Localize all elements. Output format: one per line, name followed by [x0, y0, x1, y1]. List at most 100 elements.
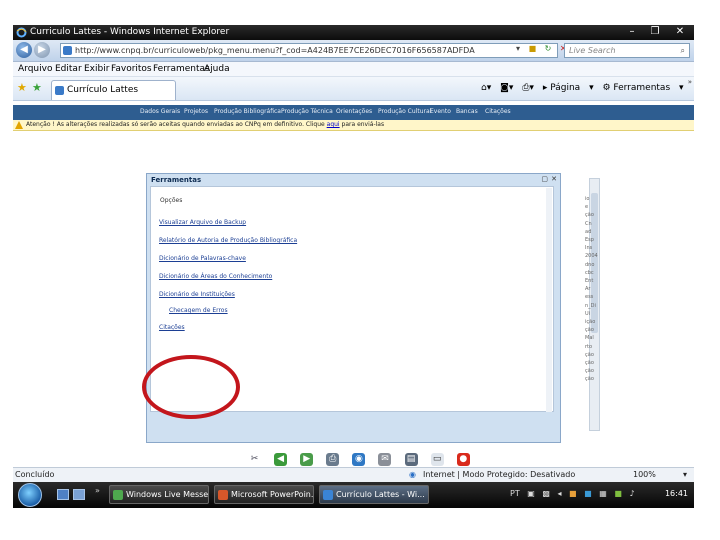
menu-arquivo[interactable]: Arquivo	[18, 64, 52, 74]
chevron-more-icon[interactable]: »	[688, 78, 692, 86]
page-menu[interactable]: ▸ Página ▾	[543, 83, 594, 93]
system-tray: PT ▣ ▩ ◂ ■ ■ ▦ ■ ♪	[510, 489, 640, 498]
nav-producao-bibliografica[interactable]: Produção Bibliográfica	[214, 108, 281, 115]
lattes-nav-bar: Dados Gerais Projetos Produção Bibliográ…	[13, 105, 694, 120]
print-icon[interactable]: ⎙▾	[522, 83, 534, 93]
nav-producao-cultural[interactable]: Produção Cultural	[378, 108, 431, 115]
taskbar-item-messenger[interactable]: Windows Live Messe...	[109, 485, 209, 504]
minimize-button[interactable]: –	[624, 26, 640, 38]
globe-icon[interactable]: ◉	[352, 453, 366, 466]
nav-evento[interactable]: Evento	[430, 108, 451, 115]
taskbar-item-ie[interactable]: Currículo Lattes - Wi...	[319, 485, 429, 504]
option-relatorio-autoria[interactable]: Relatório de Autoria de Produção Bibliog…	[159, 237, 297, 244]
forward-icon[interactable]: ▶	[300, 453, 314, 466]
quicklaunch-more-icon[interactable]: »	[95, 486, 100, 495]
close-button[interactable]: ✕	[672, 26, 688, 38]
taskbar-item-powerpoint[interactable]: Microsoft PowerPoin...	[214, 485, 314, 504]
options-heading: Opções	[160, 197, 183, 204]
nav-producao-tecnica[interactable]: Produção Técnica	[281, 108, 333, 115]
tab-label: Currículo Lattes	[67, 85, 139, 95]
feeds-icon[interactable]: ◙▾	[500, 83, 513, 93]
search-icon[interactable]: ⌕	[681, 44, 685, 57]
address-row: ◀ ▶ http://www.cnpq.br/curriculoweb/pkg_…	[13, 40, 694, 62]
tray-app3-icon[interactable]: ▦	[599, 489, 607, 498]
zoom-dropdown-icon[interactable]: ▾	[683, 470, 687, 479]
back-button[interactable]: ◀	[16, 42, 32, 58]
search-placeholder: Live Search	[569, 46, 616, 55]
background-fragment: n_Di	[585, 302, 596, 309]
restore-button[interactable]: ❐	[647, 26, 663, 38]
option-dicionario-palavras[interactable]: Dicionário de Palavras-chave	[159, 255, 246, 262]
tab-row: ★ ★ Currículo Lattes ⌂▾ ◙▾ ⎙▾ ▸ Página ▾…	[13, 77, 694, 101]
background-fragment: Ui	[585, 310, 591, 317]
keyboard-icon[interactable]: ▣	[527, 489, 535, 498]
background-fragment: e	[585, 204, 589, 211]
background-fragment: ção	[585, 212, 594, 219]
page-icon[interactable]: ▭	[430, 453, 444, 466]
zoom-level[interactable]: 100%	[633, 470, 656, 479]
dialog-title: Ferramentas	[151, 176, 202, 184]
option-dicionario-instituicoes[interactable]: Dicionário de Instituições	[159, 291, 235, 298]
nav-citacoes[interactable]: Citações	[485, 108, 511, 115]
nav-projetos[interactable]: Projetos	[184, 108, 208, 115]
internet-explorer-icon	[16, 27, 27, 38]
mail-icon[interactable]: ✉	[378, 453, 392, 466]
background-text-column: io e ção Cn ad Esp Ins 2004 dno cbc Ent Ar ess n_Di Ui…	[585, 195, 603, 435]
search-input[interactable]: Live Search ⌕	[564, 43, 690, 58]
security-zone[interactable]: Internet | Modo Protegido: Desativado	[423, 470, 575, 479]
option-visualizar-backup[interactable]: Visualizar Arquivo de Backup	[159, 219, 246, 226]
refresh-icon[interactable]: ↻	[545, 44, 552, 53]
switch-windows-icon[interactable]	[73, 489, 85, 500]
dropdown-arrow-icon[interactable]: ▾	[516, 44, 520, 53]
background-fragment: Cn	[585, 220, 592, 227]
background-fragment: dno	[585, 261, 595, 268]
start-button[interactable]	[18, 483, 42, 507]
favorites-star-icon[interactable]: ★	[17, 81, 27, 94]
show-desktop-icon[interactable]	[57, 489, 69, 500]
tray-app2-icon[interactable]: ■	[584, 489, 592, 498]
menu-exibir[interactable]: Exibir	[84, 64, 109, 74]
option-citacoes[interactable]: Citações	[159, 324, 185, 331]
page-menu-label: Página	[550, 83, 581, 93]
option-checagem-erros[interactable]: Checagem de Erros	[169, 307, 228, 314]
background-fragment: Mal	[585, 335, 594, 342]
forward-button[interactable]: ▶	[34, 42, 50, 58]
network-icon[interactable]: ▩	[542, 489, 550, 498]
add-favorite-icon[interactable]: ★	[32, 81, 42, 94]
scissors-icon[interactable]: ✂	[248, 453, 261, 466]
volume-icon[interactable]: ♪	[629, 489, 634, 498]
ie-taskbar-icon	[323, 490, 333, 500]
clock[interactable]: 16:41	[665, 489, 688, 498]
infobar-link[interactable]: aqui	[327, 121, 340, 128]
tray-app4-icon[interactable]: ■	[614, 489, 622, 498]
background-fragment: ção	[585, 368, 594, 375]
address-input[interactable]: http://www.cnpq.br/curriculoweb/pkg_menu…	[60, 43, 558, 58]
nav-bancas[interactable]: Bancas	[456, 108, 478, 115]
option-dicionario-areas[interactable]: Dicionário de Áreas do Conhecimento	[159, 273, 272, 280]
lock-icon[interactable]: ■	[529, 44, 537, 53]
nav-orientacoes[interactable]: Orientações	[336, 108, 372, 115]
menu-editar[interactable]: Editar	[55, 64, 82, 74]
slideshow-toolbar: ✂ ◀ ▶ ⎙ ◉ ✉ ▤ ▭ ●	[248, 446, 478, 466]
tray-app-icon[interactable]: ■	[569, 489, 577, 498]
menu-ferramentas[interactable]: Ferramentas	[153, 64, 210, 74]
language-indicator[interactable]: PT	[510, 489, 520, 498]
stop-slideshow-icon[interactable]: ●	[456, 453, 470, 466]
back-icon[interactable]: ◀	[274, 453, 288, 466]
dialog-close-icon[interactable]: ✕	[551, 175, 557, 183]
home-icon[interactable]: ⌂▾	[481, 83, 491, 93]
printer-icon[interactable]: ⎙	[326, 453, 340, 466]
dialog-scrollbar[interactable]	[546, 188, 552, 412]
nav-dados-gerais[interactable]: Dados Gerais	[140, 108, 180, 115]
infobar-suffix: para enviá-las	[341, 121, 385, 128]
background-fragment: ição	[585, 319, 596, 326]
dialog-resize-icon[interactable]: ▢	[541, 175, 548, 183]
tools-menu[interactable]: ⚙ Ferramentas ▾	[602, 83, 683, 93]
menu-ajuda[interactable]: Ajuda	[204, 64, 230, 74]
tab-curriculo-lattes[interactable]: Currículo Lattes	[51, 80, 176, 100]
menu-favoritos[interactable]: Favoritos	[111, 64, 152, 74]
document-icon[interactable]: ▤	[404, 453, 418, 466]
ie-window: Curriculo Lattes - Windows Internet Expl…	[13, 25, 694, 508]
internet-zone-icon: ◉	[409, 470, 416, 479]
arrow-icon[interactable]: ◂	[557, 489, 561, 498]
